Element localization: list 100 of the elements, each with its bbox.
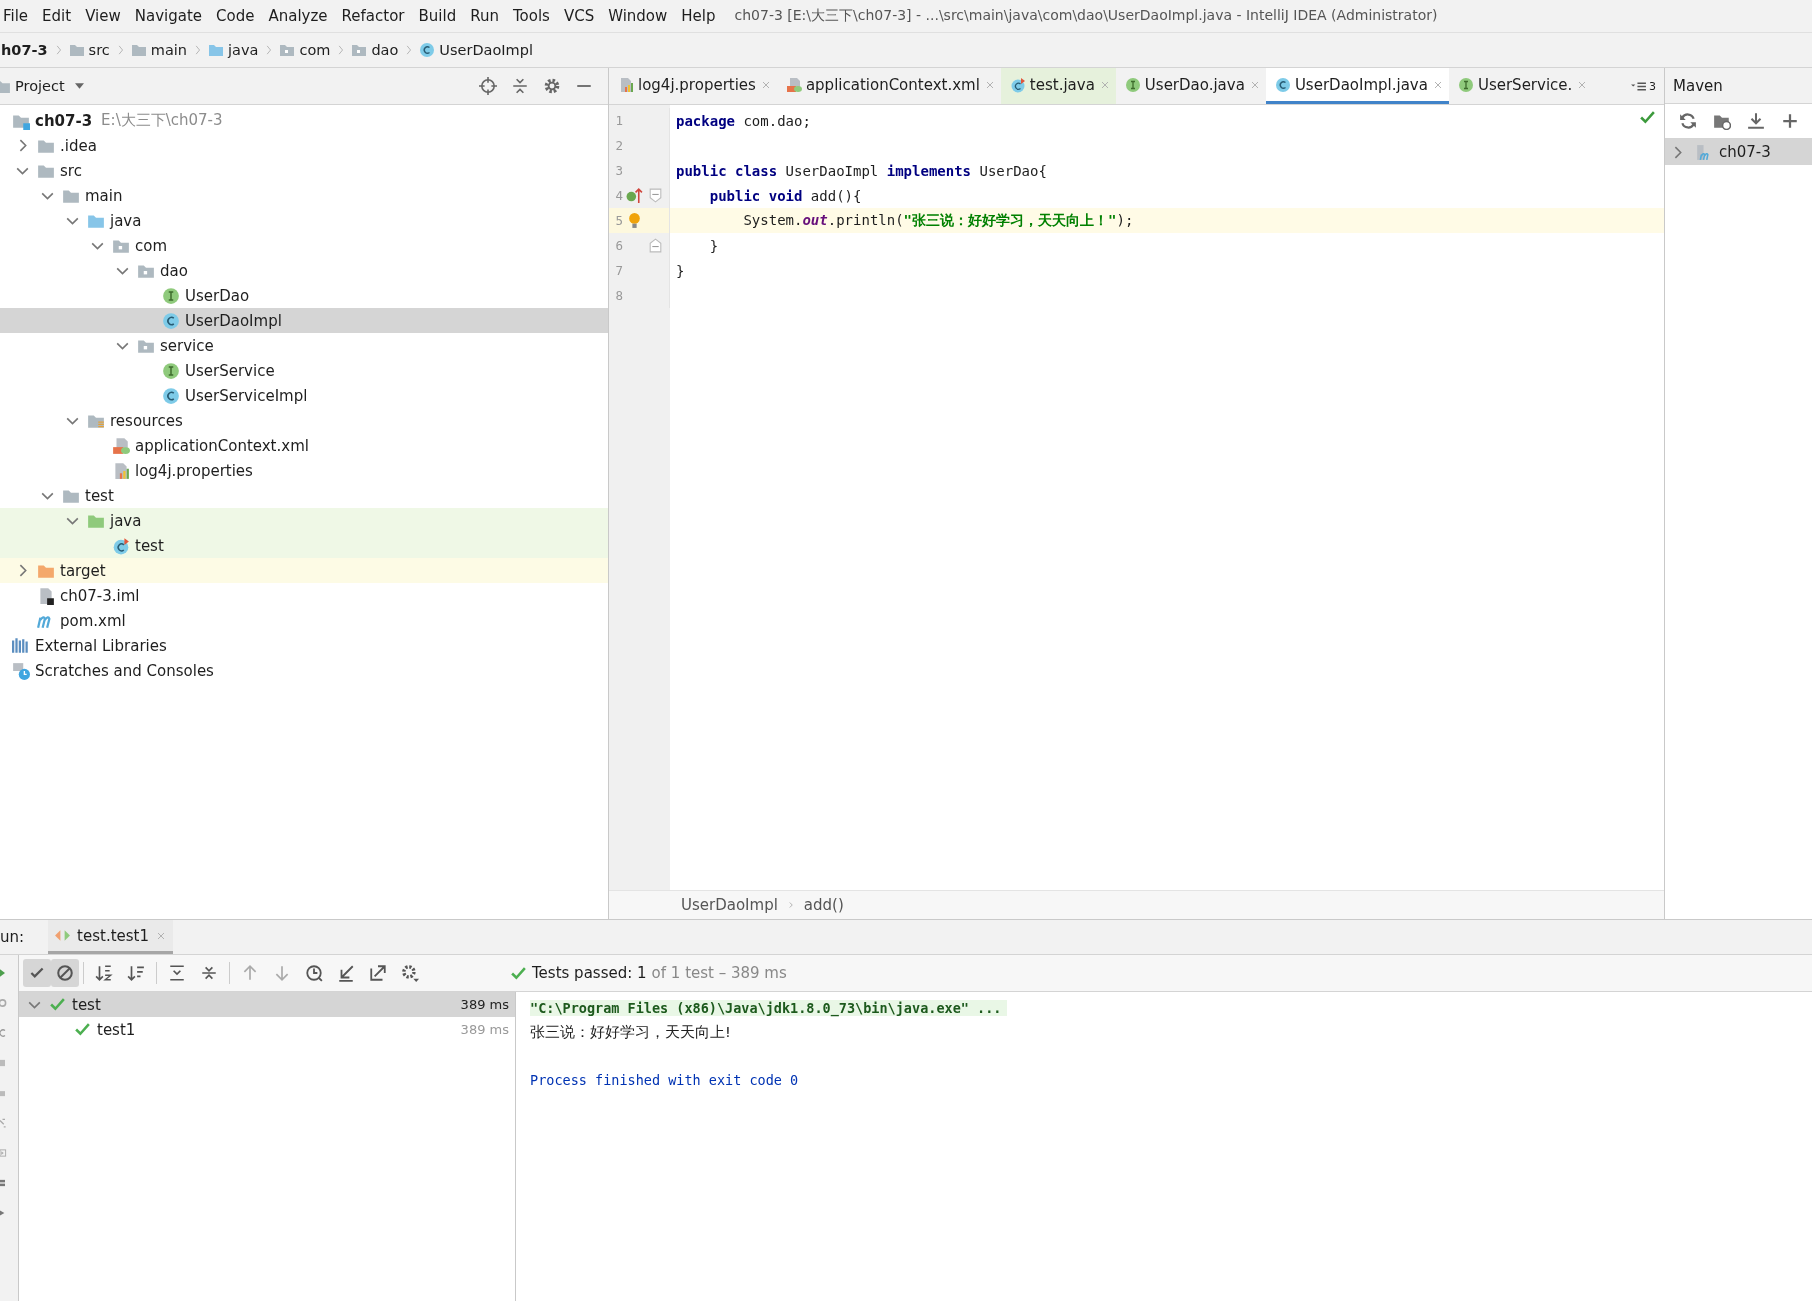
tree-item[interactable]: com xyxy=(0,233,608,258)
editor-tab[interactable]: UserDao.java xyxy=(1115,68,1266,104)
tree-item[interactable]: ch07-3.iml xyxy=(0,583,608,608)
menu-item[interactable]: View xyxy=(78,7,128,25)
maven-module-icon xyxy=(1694,143,1711,161)
menu-item[interactable]: Window xyxy=(601,7,675,25)
tree-item[interactable]: java xyxy=(0,208,608,233)
breadcrumb-item[interactable]: main xyxy=(127,42,190,58)
panel-title-dropdown[interactable]: Project xyxy=(0,77,84,95)
tree-item[interactable]: UserService xyxy=(0,358,608,383)
console-output: 张三说：好好学习，天天向上! xyxy=(530,1022,731,1042)
folder-icon xyxy=(208,42,224,58)
show-passed-icon[interactable] xyxy=(23,959,51,987)
test-status-detail: of 1 test – 389 ms xyxy=(651,964,787,982)
editor-tab[interactable]: test.java xyxy=(1000,68,1116,104)
settings-icon[interactable] xyxy=(401,964,419,982)
import-icon[interactable] xyxy=(337,964,355,982)
folder-icon xyxy=(68,42,85,58)
menu-item[interactable]: Edit xyxy=(35,7,79,25)
tree-item[interactable]: Scratches and Consoles xyxy=(0,658,608,683)
tree-item[interactable]: UserServiceImpl xyxy=(0,383,608,408)
tree-item[interactable]: target xyxy=(0,558,608,583)
breadcrumb-item[interactable]: add() xyxy=(803,896,844,914)
tree-item[interactable]: test xyxy=(0,533,608,558)
breadcrumb-item[interactable]: h07-3 xyxy=(0,42,51,58)
class-icon xyxy=(419,42,436,58)
implements-icon[interactable] xyxy=(625,187,643,204)
scratches-icon xyxy=(12,661,30,680)
menu-item[interactable]: Refactor xyxy=(334,7,412,25)
breadcrumb-item[interactable]: UserDaoImpl xyxy=(681,896,778,914)
tree-item[interactable]: applicationContext.xml xyxy=(0,433,608,458)
test-item[interactable]: test 389 ms xyxy=(19,992,515,1017)
menu-item[interactable]: Navigate xyxy=(127,7,210,25)
tree-item[interactable]: .idea xyxy=(0,133,608,158)
tree-item[interactable]: dao xyxy=(0,258,608,283)
run-tab[interactable]: test.test1 xyxy=(48,920,173,954)
history-icon[interactable] xyxy=(305,964,323,982)
refresh-icon[interactable] xyxy=(1679,112,1697,130)
editor-tab[interactable]: UserService. xyxy=(1448,68,1594,104)
plus-icon[interactable] xyxy=(1781,112,1799,130)
breadcrumb-item[interactable]: java xyxy=(205,42,262,58)
tree-item[interactable]: test xyxy=(0,483,608,508)
class-icon xyxy=(1274,76,1291,93)
sort-by-duration-icon[interactable] xyxy=(127,964,145,982)
breadcrumb-item[interactable]: src xyxy=(65,42,113,58)
tree-item[interactable]: UserDao xyxy=(0,283,608,308)
tree-item[interactable]: UserDaoImpl xyxy=(0,308,608,333)
expand-all-icon[interactable] xyxy=(168,964,186,982)
sort-alphabetically-icon[interactable] xyxy=(95,964,113,982)
tree-item[interactable]: service xyxy=(0,333,608,358)
test-duration: 389 ms xyxy=(460,997,509,1012)
folder-path: E:\大三下\ch07-3 xyxy=(101,111,223,130)
interface-icon xyxy=(1124,76,1141,93)
collapse-all-icon[interactable] xyxy=(511,77,529,95)
menu-item[interactable]: Help xyxy=(674,7,723,25)
test-item[interactable]: test1 389 ms xyxy=(19,1017,515,1042)
tree-item[interactable]: main xyxy=(0,183,608,208)
check-icon xyxy=(74,1021,91,1038)
locate-icon[interactable] xyxy=(479,77,497,95)
folder-refresh-icon[interactable] xyxy=(1713,112,1731,130)
code-line: } xyxy=(708,237,719,254)
code-line: public class UserDaoImpl implements UserDao{ xyxy=(676,162,1047,179)
download-icon[interactable] xyxy=(1747,112,1765,130)
editor-tab[interactable]: log4j.properties xyxy=(609,68,777,104)
menu-item[interactable]: Tools xyxy=(505,7,557,25)
menu-item[interactable]: Build xyxy=(411,7,464,25)
menu-item[interactable]: VCS xyxy=(556,7,602,25)
interface-icon xyxy=(162,361,180,380)
line-number: 6 xyxy=(614,238,623,253)
breadcrumb-item[interactable]: dao xyxy=(348,42,402,58)
menu-item[interactable]: Run xyxy=(463,7,506,25)
settings-icon[interactable] xyxy=(543,77,561,95)
xml-file-icon xyxy=(785,76,802,93)
class-icon xyxy=(162,311,180,330)
breadcrumb-item[interactable]: UserDaoImpl xyxy=(416,42,536,58)
collapse-all-icon[interactable] xyxy=(200,964,218,982)
panel-title: Maven xyxy=(1665,68,1812,104)
tree-item[interactable]: pom.xml xyxy=(0,608,608,633)
window-title: ch07-3 [E:\大三下\ch07-3] - ...\src\main\java\com\dao\UserDaoImpl.java - IntelliJ IDEA (Administrator) xyxy=(734,7,1438,25)
tree-item[interactable]: log4j.properties xyxy=(0,458,608,483)
line-number: 7 xyxy=(614,263,623,278)
test-class-icon xyxy=(1009,76,1026,93)
menu-item[interactable]: Analyze xyxy=(261,7,335,25)
tree-item[interactable]: src xyxy=(0,158,608,183)
tree-item[interactable]: ch07-3 xyxy=(1665,139,1812,165)
arrow-down-icon[interactable] xyxy=(273,964,291,982)
menu-item[interactable]: Code xyxy=(209,7,262,25)
tree-item[interactable]: External Libraries xyxy=(0,633,608,658)
arrow-up-icon[interactable] xyxy=(241,964,259,982)
tree-item[interactable]: ch07-3 E:\大三下\ch07-3 xyxy=(0,108,608,133)
editor-tab[interactable]: UserDaoImpl.java xyxy=(1265,68,1449,104)
show-ignored-icon[interactable] xyxy=(51,959,79,987)
tab-list-button[interactable]: 3 xyxy=(1626,68,1664,104)
menu-item[interactable]: File xyxy=(0,7,36,25)
class-icon xyxy=(162,386,180,405)
editor-tab[interactable]: applicationContext.xml xyxy=(776,68,1001,104)
tree-item[interactable]: java xyxy=(0,508,608,533)
interface-icon xyxy=(1457,76,1474,93)
breadcrumb-item[interactable]: com xyxy=(276,42,334,58)
tree-item[interactable]: resources xyxy=(0,408,608,433)
